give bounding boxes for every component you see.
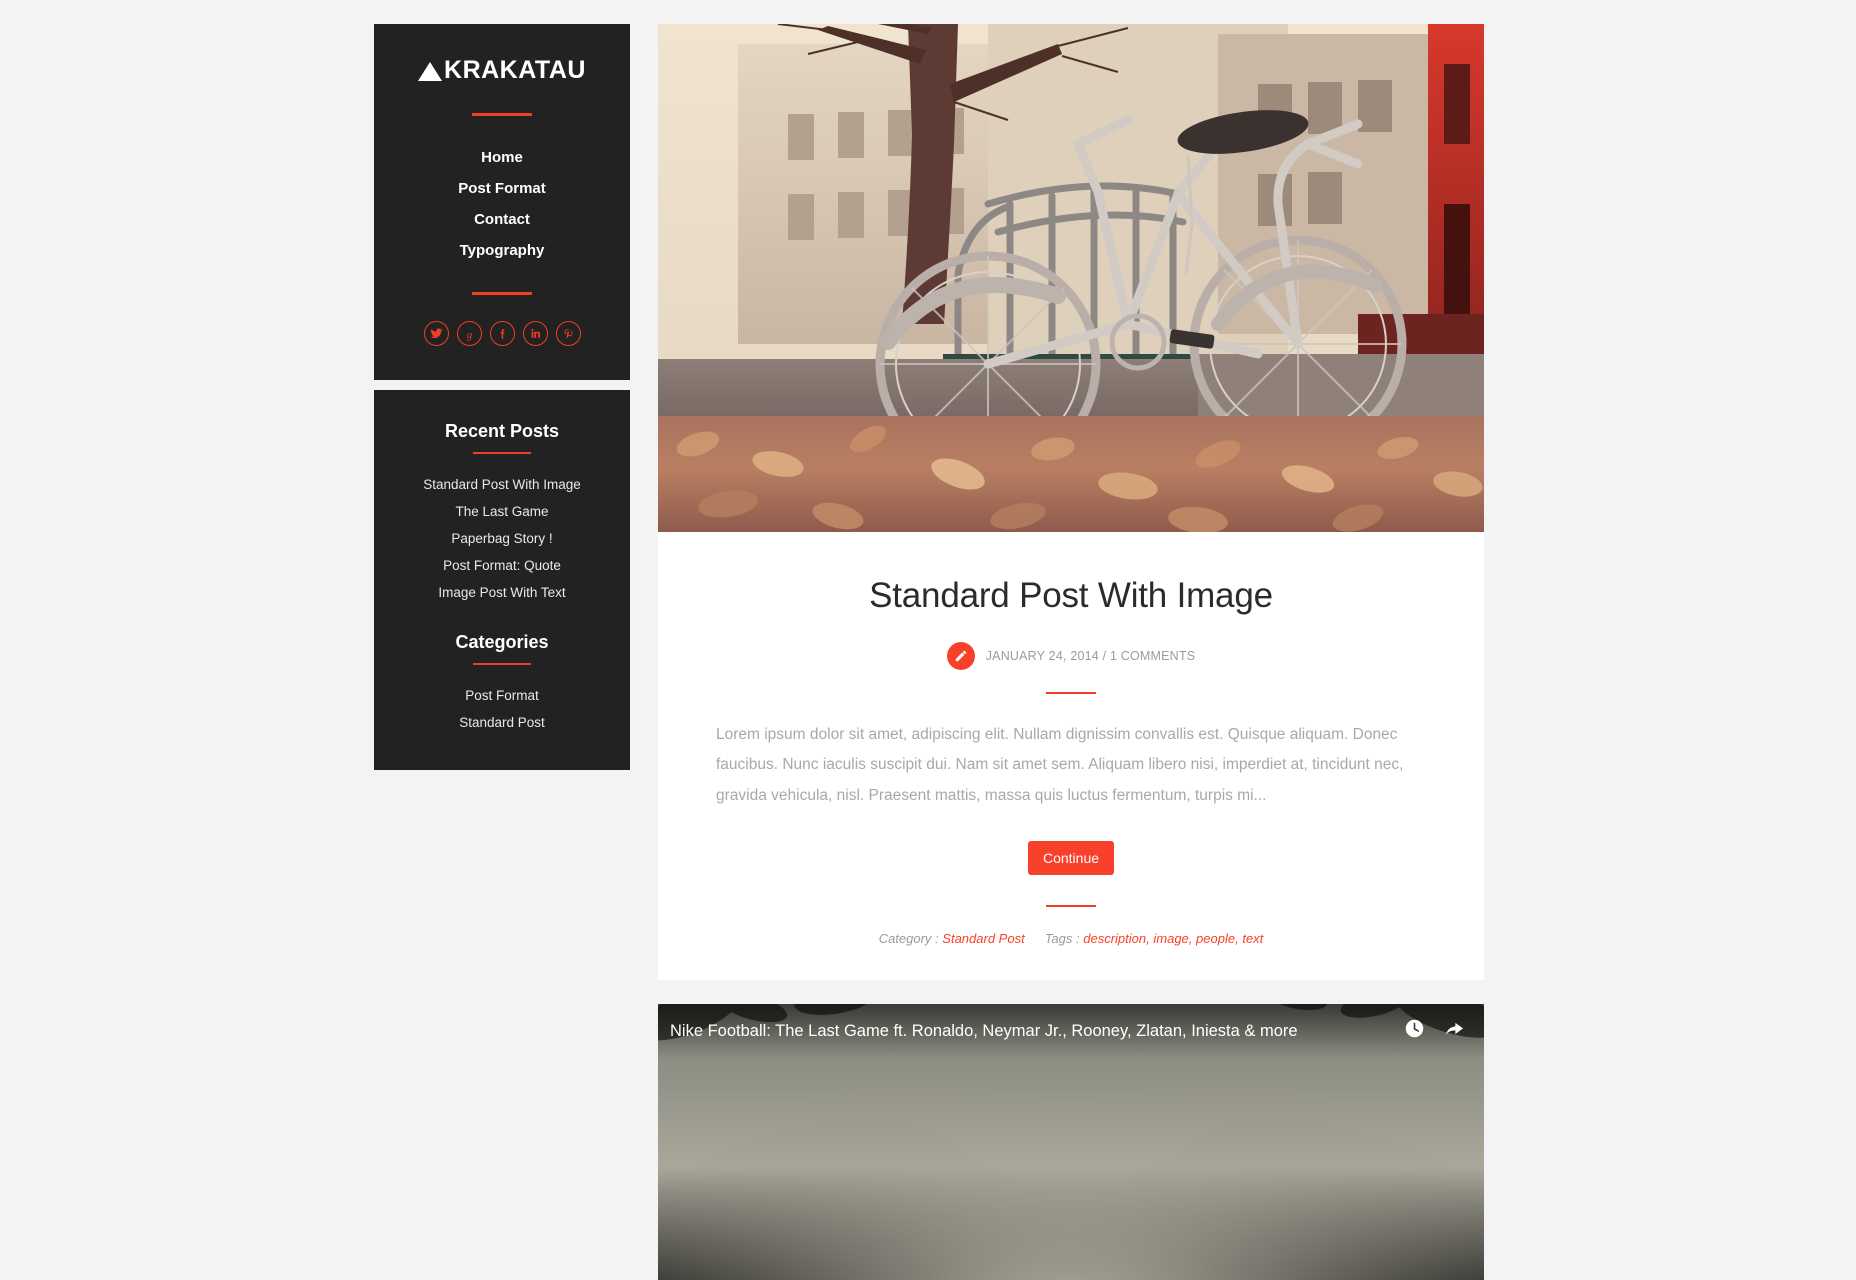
site-logo[interactable]: KRAKATAU bbox=[392, 50, 612, 87]
divider bbox=[473, 662, 531, 665]
divider bbox=[1046, 905, 1096, 908]
nav-item-home[interactable]: Home bbox=[392, 142, 612, 173]
tag-separator: , bbox=[1235, 931, 1239, 947]
pinterest-icon[interactable] bbox=[555, 321, 581, 346]
post-featured-image[interactable] bbox=[658, 24, 1484, 532]
site-logo-text: KRAKATAU bbox=[444, 56, 586, 84]
recent-post-link[interactable]: Post Format: Quote bbox=[443, 558, 561, 573]
post-excerpt: Lorem ipsum dolor sit amet, adipiscing e… bbox=[716, 726, 1404, 804]
post-standard-post-with-image: Standard Post With Image JANUARY 24, 201… bbox=[658, 24, 1484, 981]
post-body: Standard Post With Image JANUARY 24, 201… bbox=[658, 532, 1484, 980]
primary-nav: Home Post Format Contact Typography bbox=[392, 142, 612, 266]
category-link[interactable]: Post Format bbox=[465, 688, 539, 703]
list-item: Paperbag Story ! bbox=[388, 526, 616, 553]
list-item: Post Format: Quote bbox=[388, 553, 616, 580]
categories-list: Post Format Standard Post bbox=[388, 683, 616, 737]
video-control-bar: Nike Football: The Last Game ft. Ronaldo… bbox=[658, 1004, 1484, 1059]
sidebar-nav-panel: KRAKATAU Home Post Format Contact Typogr… bbox=[374, 24, 630, 380]
widget-title-recent-posts: Recent Posts bbox=[444, 421, 560, 441]
post-video-the-last-game[interactable]: Nike Football: The Last Game ft. Ronaldo… bbox=[658, 1004, 1484, 1280]
google-plus-icon[interactable]: g bbox=[456, 321, 482, 346]
facebook-icon[interactable] bbox=[489, 321, 515, 346]
share-icon[interactable] bbox=[1443, 1018, 1466, 1044]
post-category: Category : Standard Post bbox=[879, 931, 1025, 946]
post-meta: JANUARY 24, 2014 / 1 COMMENTS bbox=[716, 642, 1426, 671]
watch-later-icon[interactable] bbox=[1404, 1018, 1425, 1044]
nav-item-contact[interactable]: Contact bbox=[392, 204, 612, 235]
page-title: Standard Post With Image bbox=[869, 576, 1273, 615]
sidebar-widgets-panel: Recent Posts Standard Post With Image Th… bbox=[374, 390, 630, 771]
divider bbox=[472, 292, 532, 295]
tag-link[interactable]: people bbox=[1196, 931, 1235, 946]
pencil-icon[interactable] bbox=[946, 642, 975, 671]
triangle-up-icon bbox=[418, 62, 443, 81]
category-value-link[interactable]: Standard Post bbox=[942, 931, 1024, 946]
twitter-icon[interactable] bbox=[423, 321, 449, 346]
continue-button-wrap: Continue bbox=[716, 840, 1426, 876]
list-item: Standard Post With Image bbox=[388, 472, 616, 499]
sidebar: KRAKATAU Home Post Format Contact Typogr… bbox=[374, 24, 630, 771]
recent-post-link[interactable]: Standard Post With Image bbox=[423, 477, 581, 492]
tag-link[interactable]: description bbox=[1083, 931, 1146, 946]
recent-post-link[interactable]: The Last Game bbox=[455, 504, 548, 519]
continue-button[interactable]: Continue bbox=[1027, 840, 1115, 876]
recent-post-link[interactable]: Paperbag Story ! bbox=[451, 531, 552, 546]
divider bbox=[472, 113, 532, 116]
nav-item-post-format[interactable]: Post Format bbox=[392, 173, 612, 204]
post-tags: Tags : description, image, people, text bbox=[1045, 931, 1264, 946]
category-link[interactable]: Standard Post bbox=[459, 715, 545, 730]
tag-link[interactable]: text bbox=[1242, 931, 1263, 946]
svg-text:g: g bbox=[466, 328, 472, 340]
post-meta-text: JANUARY 24, 2014 / 1 COMMENTS bbox=[985, 649, 1196, 664]
list-item: The Last Game bbox=[388, 499, 616, 526]
recent-post-link[interactable]: Image Post With Text bbox=[438, 585, 565, 600]
tag-separator: , bbox=[1146, 931, 1150, 947]
list-item: Standard Post bbox=[388, 710, 616, 737]
page-root: KRAKATAU Home Post Format Contact Typogr… bbox=[0, 0, 1856, 1280]
tag-separator: , bbox=[1188, 931, 1193, 947]
linkedin-icon[interactable] bbox=[522, 321, 548, 346]
social-links: g bbox=[392, 321, 612, 346]
category-label: Category : bbox=[878, 931, 939, 947]
tags-label: Tags : bbox=[1044, 931, 1080, 947]
divider bbox=[1046, 692, 1096, 695]
video-title[interactable]: Nike Football: The Last Game ft. Ronaldo… bbox=[670, 1022, 1404, 1041]
post-footer-meta: Category : Standard Post Tags : descript… bbox=[716, 931, 1426, 946]
list-item: Image Post With Text bbox=[388, 580, 616, 607]
nav-item-typography[interactable]: Typography bbox=[392, 235, 612, 266]
main-content: Standard Post With Image JANUARY 24, 201… bbox=[658, 24, 1484, 1280]
recent-posts-list: Standard Post With Image The Last Game P… bbox=[388, 472, 616, 607]
divider bbox=[473, 452, 531, 454]
tag-link[interactable]: image bbox=[1153, 931, 1188, 946]
list-item: Post Format bbox=[388, 683, 616, 710]
video-actions bbox=[1404, 1018, 1466, 1044]
widget-title-categories: Categories bbox=[455, 631, 549, 652]
